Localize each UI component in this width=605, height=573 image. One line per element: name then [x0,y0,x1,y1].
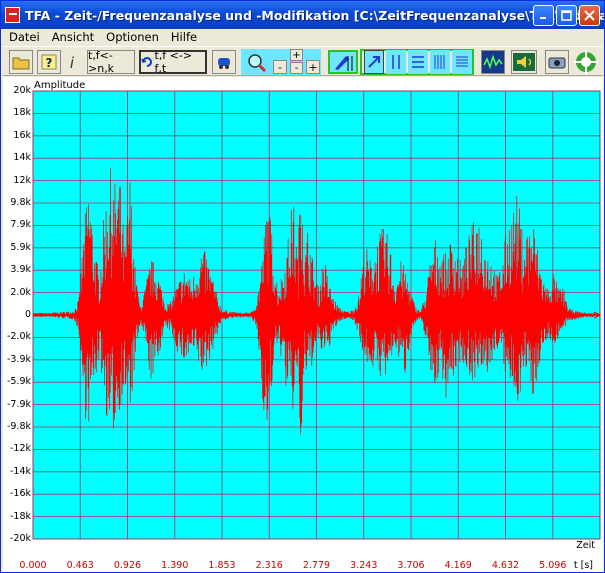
speaker-icon [513,53,535,71]
app-window: TFA - Zeit-/Frequenzanalyse und -Modifik… [0,0,605,573]
help-button[interactable]: ? [37,50,61,74]
audio-button[interactable] [511,50,537,74]
tf-ft-label: t,f <-> f,t [154,49,193,75]
x-tick-label: 2.316 [255,560,283,571]
waveform-plot[interactable]: Amplitude Zeit t [s] 20k 18k 16k 14k 12k 9.8k… [3,77,603,572]
x-tick-label: 2.779 [302,560,331,571]
open-folder-button[interactable] [9,50,33,74]
menu-datei[interactable]: Datei [3,29,46,46]
y-tick-label: -3.9k [6,353,31,365]
grid-vertical-button[interactable] [430,50,450,74]
window-title: TFA - Zeit-/Frequenzanalyse und -Modifik… [25,7,604,23]
y-tick-label: 14k [13,152,31,164]
playback-button[interactable] [212,50,236,74]
y-tick-label: -2.0k [6,331,31,343]
x-tick-label: 4.169 [444,560,472,571]
x-tick-label: 1.853 [208,560,236,571]
y-tick-label: 3.9k [10,264,31,276]
grid-horizontal-button[interactable] [452,50,472,74]
crosshair-icon [574,50,598,74]
menu-bar: Datei Ansicht Optionen Hilfe [3,29,603,46]
svg-text:i: i [70,54,75,71]
help-icon: ? [41,54,57,70]
y-tick-label: -7.9k [6,398,31,410]
x-tick-label: 0.463 [66,560,94,571]
toolbar: ? i t,f<->n,k t,f <-> f,t - + - + [3,46,603,76]
y-tick-label: 0 [24,309,31,320]
target-button[interactable] [573,50,599,74]
maximize-icon [561,10,572,21]
tf-ft-button[interactable]: t,f <-> f,t [139,49,207,75]
y-tick-label: -14k [9,465,31,477]
x-tick-label: 5.096 [539,560,567,571]
swap-icon [141,57,152,67]
maximize-button[interactable] [556,5,577,26]
y-tick-label: 18k [13,107,31,119]
title-bar[interactable]: TFA - Zeit-/Frequenzanalyse und -Modifik… [1,1,604,29]
x-tick-label: 0.000 [19,560,47,571]
y-tick-label: -16k [9,488,31,500]
cursor-tool-button[interactable] [328,50,358,74]
menu-hilfe[interactable]: Hilfe [165,29,203,46]
y-tick-label: -18k [9,510,31,522]
menu-optionen[interactable]: Optionen [100,29,165,46]
zoom-in-button[interactable]: + [306,60,320,74]
x-tick-label: 0.926 [113,560,142,571]
y-tick-label: -20k [9,533,31,544]
x-tick-label: 3.706 [397,560,425,571]
car-icon [218,58,230,69]
tf-nk-button[interactable]: t,f<->n,k [87,49,135,75]
camera-button[interactable] [545,50,569,74]
close-button[interactable] [579,5,600,26]
close-icon [584,10,595,21]
y-tick-label: 9.8k [10,197,31,208]
x-tick-label: 4.632 [491,560,520,571]
vertical-lines-icon [392,55,400,69]
app-icon [5,7,21,23]
select-arrow-button[interactable] [364,50,384,74]
y-tick-label: 5.9k [10,241,31,253]
vertical-lines-button[interactable] [386,50,406,74]
x-axis-label: Zeit [576,540,595,551]
spectrum-button[interactable] [481,50,505,74]
y-tick-label: 20k [13,85,31,96]
info-icon: i [70,54,75,71]
pen-icon [335,56,353,71]
y-tick-label: 12k [13,174,31,186]
y-axis-label: Amplitude [34,80,86,91]
arrow-icon [368,56,380,68]
magnifier-icon [248,54,267,73]
horizontal-grid-icon [456,56,468,67]
x-tick-label: 3.243 [350,560,378,571]
y-tick-label: -5.9k [6,376,31,388]
y-tick-label: 7.9k [10,219,31,231]
horizontal-lines-button[interactable] [408,50,428,74]
x-axis-unit: t [s] [573,560,593,571]
minimize-icon [540,17,546,19]
info-button[interactable]: i [61,50,83,74]
vertical-grid-icon [434,55,445,69]
zoom-lens-button[interactable] [243,50,269,74]
folder-icon [12,57,30,70]
y-tick-label: -9.8k [6,421,31,432]
waveform-icon [483,54,503,70]
svg-text:?: ? [46,56,53,70]
menu-ansicht[interactable]: Ansicht [46,29,100,46]
zoom-out-y-button[interactable]: - [290,62,303,74]
chart-canvas[interactable] [3,77,603,572]
y-tick-label: -12k [9,443,31,455]
zoom-out-button[interactable]: - [273,60,287,74]
y-tick-label: 2.0k [10,286,31,298]
minimize-button[interactable] [533,5,554,26]
camera-icon [548,57,566,69]
x-tick-label: 1.390 [161,560,189,571]
horizontal-lines-icon [412,56,424,68]
y-tick-label: 16k [13,129,31,141]
zoom-in-y-button[interactable]: + [290,49,303,61]
